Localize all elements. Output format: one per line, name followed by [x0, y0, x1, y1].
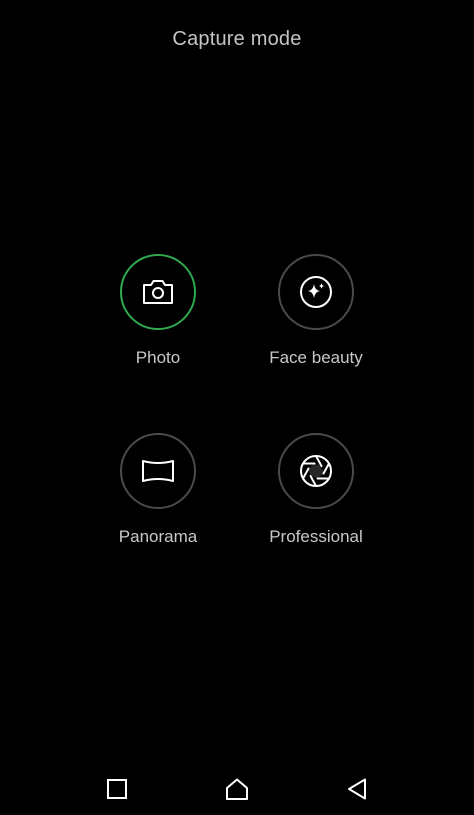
mode-professional-ring[interactable] — [278, 433, 354, 509]
sparkle-icon — [300, 276, 332, 308]
mode-photo-button[interactable]: Photo — [78, 254, 238, 384]
page-title: Capture mode — [172, 28, 302, 50]
mode-face-beauty-label: Face beauty — [269, 348, 363, 367]
mode-professional-button[interactable]: Professional — [236, 433, 396, 563]
aperture-icon — [300, 455, 332, 487]
mode-panorama-label: Panorama — [118, 527, 198, 546]
mode-professional-label: Professional — [269, 527, 363, 546]
panorama-icon — [142, 460, 174, 482]
mode-face-beauty-ring[interactable] — [278, 254, 354, 330]
mode-photo-label: Photo — [135, 348, 181, 367]
camera-icon — [143, 280, 173, 304]
triangle-back-icon — [348, 778, 366, 800]
recent-apps-button[interactable] — [97, 773, 137, 805]
home-button[interactable] — [217, 773, 257, 805]
mode-photo-ring[interactable] — [120, 254, 196, 330]
navigation-bar — [0, 763, 474, 815]
mode-face-beauty-button[interactable]: Face beauty — [236, 254, 396, 384]
home-icon — [226, 778, 248, 800]
back-button[interactable] — [337, 773, 377, 805]
mode-panorama-ring[interactable] — [120, 433, 196, 509]
mode-panorama-button[interactable]: Panorama — [78, 433, 238, 563]
square-icon — [107, 779, 127, 799]
